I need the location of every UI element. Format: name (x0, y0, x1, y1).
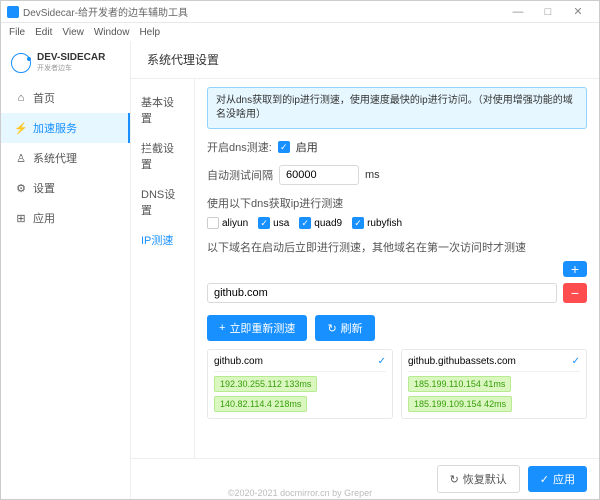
plus-icon: + (219, 322, 225, 334)
ip-badge: 140.82.114.4 218ms (214, 396, 307, 412)
minimize-button[interactable]: — (503, 6, 533, 18)
maximize-button[interactable]: □ (533, 6, 563, 18)
enable-checkbox[interactable]: ✓ (278, 141, 290, 153)
menu-edit[interactable]: Edit (35, 27, 52, 38)
tab-ipspeed[interactable]: IP测速 (131, 225, 194, 255)
ip-badge: 185.199.110.154 41ms (408, 376, 511, 392)
menu-file[interactable]: File (9, 27, 25, 38)
domain-section-label: 以下域名在启动后立即进行测速，其他域名在第一次访问时才测速 (207, 239, 587, 255)
sidebar: DEV-SIDECAR 开发者边车 ⌂首页 ⚡加速服务 ♙系统代理 ⚙设置 ⊞应… (1, 41, 131, 499)
thunder-icon: ⚡ (15, 122, 27, 134)
ip-badge: 185.199.109.154 42ms (408, 396, 512, 412)
logo-icon (11, 53, 31, 73)
tab-basic[interactable]: 基本设置 (131, 87, 194, 133)
chk-rubyfish[interactable]: ✓ (352, 217, 364, 229)
restore-button[interactable]: ↻恢复默认 (437, 465, 520, 493)
check-icon: ✓ (378, 356, 386, 367)
menu-window[interactable]: Window (94, 27, 130, 38)
interval-input[interactable] (279, 165, 359, 185)
nav-home[interactable]: ⌂首页 (1, 83, 130, 113)
refresh-icon: ↻ (327, 322, 336, 335)
window-title: DevSidecar-给开发者的边车辅助工具 (23, 4, 503, 19)
apps-icon: ⊞ (15, 212, 27, 224)
refresh-button[interactable]: ↻刷新 (315, 315, 374, 341)
copyright: ©2020-2021 docmirror.cn by Greper (228, 488, 372, 498)
menu-help[interactable]: Help (139, 27, 160, 38)
close-button[interactable]: ✕ (563, 5, 593, 18)
chk-aliyun[interactable] (207, 217, 219, 229)
page-title: 系统代理设置 (131, 41, 599, 79)
result-card: github.githubassets.com✓ 185.199.110.154… (401, 349, 587, 419)
dns-section-label: 使用以下dns获取ip进行测速 (207, 195, 587, 211)
apply-button[interactable]: ✓应用 (528, 466, 587, 492)
ip-badge: 192.30.255.112 133ms (214, 376, 317, 392)
nav-settings[interactable]: ⚙设置 (1, 173, 130, 203)
check-icon: ✓ (540, 473, 549, 486)
enable-label: 开启dns测速: (207, 139, 272, 155)
enable-text: 启用 (296, 139, 318, 155)
result-card: github.com✓ 192.30.255.112 133ms 140.82.… (207, 349, 393, 419)
user-icon: ♙ (15, 152, 27, 164)
retest-button[interactable]: +立即重新测速 (207, 315, 307, 341)
home-icon: ⌂ (15, 92, 27, 104)
add-domain-button[interactable]: + (563, 261, 587, 277)
interval-unit: ms (365, 169, 380, 181)
menu-bar: File Edit View Window Help (1, 23, 599, 41)
nav-apps[interactable]: ⊞应用 (1, 203, 130, 233)
nav-accelerate[interactable]: ⚡加速服务 (1, 113, 130, 143)
check-icon: ✓ (572, 356, 580, 367)
menu-view[interactable]: View (62, 27, 84, 38)
info-box: 对从dns获取到的ip进行测速，使用速度最快的ip进行访问。（对使用增强功能的域… (207, 87, 587, 129)
remove-domain-button[interactable]: − (563, 283, 587, 303)
gear-icon: ⚙ (15, 182, 27, 194)
logo: DEV-SIDECAR 开发者边车 (1, 47, 130, 83)
chk-quad9[interactable]: ✓ (299, 217, 311, 229)
nav-proxy[interactable]: ♙系统代理 (1, 143, 130, 173)
domain-input[interactable] (207, 283, 557, 303)
chk-usa[interactable]: ✓ (258, 217, 270, 229)
tab-intercept[interactable]: 拦截设置 (131, 133, 194, 179)
tab-dns[interactable]: DNS设置 (131, 179, 194, 225)
interval-label: 自动测试间隔 (207, 167, 273, 183)
tab-list: 基本设置 拦截设置 DNS设置 IP测速 (131, 79, 195, 458)
sync-icon: ↻ (450, 473, 459, 486)
app-icon (7, 6, 19, 18)
